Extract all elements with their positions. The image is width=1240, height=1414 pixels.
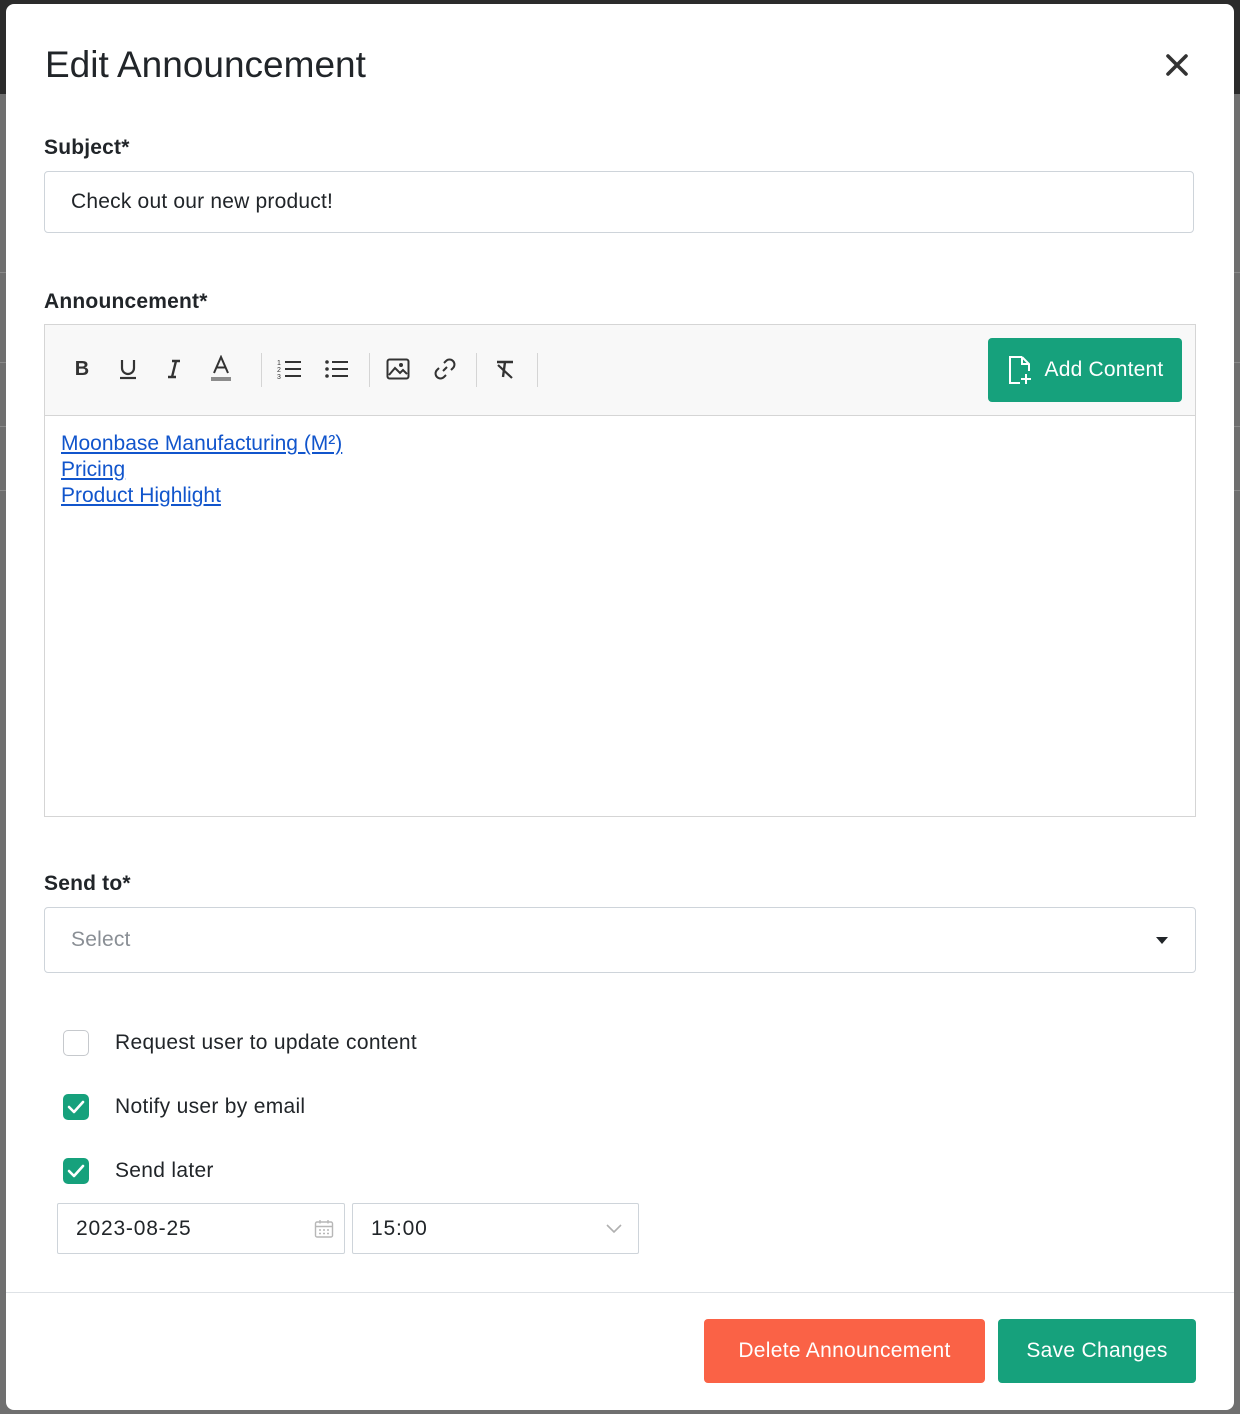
send-time-select[interactable]: 15:00 (352, 1203, 639, 1254)
ordered-list-button[interactable]: 1 2 3 (272, 351, 308, 387)
insert-image-button[interactable] (380, 351, 416, 387)
svg-text:2: 2 (277, 367, 281, 374)
option-request-update: Request user to update content (63, 1030, 417, 1056)
content-link[interactable]: Product Highlight (61, 483, 342, 509)
toolbar-separator (537, 353, 538, 387)
option-notify-email: Notify user by email (63, 1094, 305, 1120)
image-icon (386, 358, 410, 380)
rich-text-editor: B 1 2 3 Add Content Moonbase Manufacturi… (44, 324, 1196, 817)
svg-text:3: 3 (277, 374, 281, 380)
chevron-down-icon (606, 1224, 622, 1234)
send-to-select[interactable]: Select (44, 907, 1196, 973)
request-update-checkbox[interactable] (63, 1030, 89, 1056)
content-link[interactable]: Moonbase Manufacturing (M²) (61, 431, 342, 457)
bullet-list-button[interactable] (319, 351, 355, 387)
announcement-label: Announcement* (44, 290, 208, 313)
send-date-value: 2023-08-25 (76, 1217, 192, 1240)
editor-content[interactable]: Moonbase Manufacturing (M²) Pricing Prod… (61, 431, 342, 509)
send-date-input[interactable]: 2023-08-25 (57, 1203, 345, 1254)
clear-format-icon (497, 360, 513, 379)
send-time-value: 15:00 (371, 1217, 428, 1240)
close-icon (1166, 54, 1188, 76)
editor-toolbar: B 1 2 3 Add Content (45, 325, 1195, 416)
close-button[interactable] (1156, 44, 1198, 86)
modal-title: Edit Announcement (45, 44, 366, 85)
italic-button[interactable] (156, 351, 192, 387)
send-to-label: Send to* (44, 872, 131, 895)
request-update-label: Request user to update content (115, 1031, 418, 1054)
checkmark-icon (67, 1164, 85, 1178)
delete-announcement-button[interactable]: Delete Announcement (704, 1319, 985, 1383)
font-color-icon (211, 355, 231, 381)
link-icon (434, 358, 456, 380)
notify-email-checkbox[interactable] (63, 1094, 89, 1120)
font-color-button[interactable] (203, 351, 239, 387)
clear-format-button[interactable] (487, 351, 523, 387)
add-file-icon (1008, 356, 1031, 384)
edit-announcement-modal: Edit Announcement Subject* Announcement*… (6, 4, 1234, 1410)
bullet-list-icon (325, 360, 348, 378)
bold-button[interactable]: B (64, 351, 100, 387)
insert-link-button[interactable] (427, 351, 463, 387)
add-content-label: Add Content (1044, 358, 1164, 381)
toolbar-separator (476, 353, 477, 387)
ordered-list-icon: 1 2 3 (277, 360, 301, 380)
footer-divider (6, 1292, 1234, 1293)
toolbar-separator (261, 353, 262, 387)
add-content-button[interactable]: Add Content (988, 338, 1182, 402)
underline-icon (120, 360, 136, 380)
calendar-icon[interactable] (314, 1219, 334, 1239)
svg-text:1: 1 (277, 360, 281, 367)
checkmark-icon (67, 1100, 85, 1114)
select-placeholder: Select (71, 928, 131, 951)
save-changes-button[interactable]: Save Changes (998, 1319, 1196, 1383)
bold-icon: B (74, 357, 90, 380)
italic-icon (168, 359, 180, 379)
toolbar-separator (369, 353, 370, 387)
caret-down-icon (1156, 937, 1168, 944)
underline-button[interactable] (110, 351, 146, 387)
option-send-later: Send later (63, 1158, 214, 1184)
subject-input[interactable] (44, 171, 1194, 233)
content-link[interactable]: Pricing (61, 457, 342, 483)
send-later-checkbox[interactable] (63, 1158, 89, 1184)
send-later-label: Send later (115, 1159, 214, 1182)
notify-email-label: Notify user by email (115, 1095, 306, 1118)
subject-label: Subject* (44, 136, 130, 159)
